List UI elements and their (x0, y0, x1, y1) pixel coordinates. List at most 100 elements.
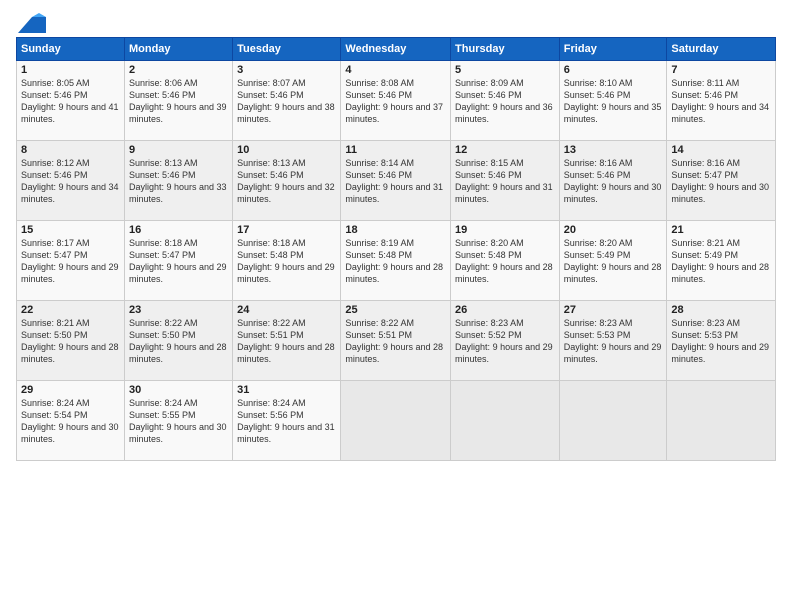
day-cell: 16Sunrise: 8:18 AMSunset: 5:47 PMDayligh… (124, 221, 232, 301)
day-number: 31 (237, 384, 336, 396)
day-number: 5 (455, 64, 555, 76)
day-number: 4 (345, 64, 446, 76)
day-cell: 10Sunrise: 8:13 AMSunset: 5:46 PMDayligh… (233, 141, 341, 221)
day-cell: 19Sunrise: 8:20 AMSunset: 5:48 PMDayligh… (451, 221, 560, 301)
day-info: Sunrise: 8:20 AMSunset: 5:49 PMDaylight:… (564, 237, 663, 286)
day-info: Sunrise: 8:22 AMSunset: 5:51 PMDaylight:… (237, 317, 336, 366)
day-info: Sunrise: 8:18 AMSunset: 5:47 PMDaylight:… (129, 237, 228, 286)
col-header-saturday: Saturday (667, 38, 776, 61)
day-info: Sunrise: 8:09 AMSunset: 5:46 PMDaylight:… (455, 77, 555, 126)
col-header-monday: Monday (124, 38, 232, 61)
col-header-thursday: Thursday (451, 38, 560, 61)
day-cell: 13Sunrise: 8:16 AMSunset: 5:46 PMDayligh… (559, 141, 667, 221)
day-number: 2 (129, 64, 228, 76)
day-number: 16 (129, 224, 228, 236)
day-number: 20 (564, 224, 663, 236)
day-info: Sunrise: 8:13 AMSunset: 5:46 PMDaylight:… (237, 157, 336, 206)
day-cell (451, 381, 560, 461)
day-info: Sunrise: 8:22 AMSunset: 5:50 PMDaylight:… (129, 317, 228, 366)
day-cell: 8Sunrise: 8:12 AMSunset: 5:46 PMDaylight… (17, 141, 125, 221)
day-cell: 30Sunrise: 8:24 AMSunset: 5:55 PMDayligh… (124, 381, 232, 461)
day-number: 11 (345, 144, 446, 156)
day-info: Sunrise: 8:13 AMSunset: 5:46 PMDaylight:… (129, 157, 228, 206)
day-number: 25 (345, 304, 446, 316)
day-number: 27 (564, 304, 663, 316)
day-number: 9 (129, 144, 228, 156)
day-info: Sunrise: 8:10 AMSunset: 5:46 PMDaylight:… (564, 77, 663, 126)
day-cell: 28Sunrise: 8:23 AMSunset: 5:53 PMDayligh… (667, 301, 776, 381)
day-number: 29 (21, 384, 120, 396)
day-number: 1 (21, 64, 120, 76)
day-info: Sunrise: 8:11 AMSunset: 5:46 PMDaylight:… (671, 77, 771, 126)
day-number: 18 (345, 224, 446, 236)
col-header-friday: Friday (559, 38, 667, 61)
col-header-wednesday: Wednesday (341, 38, 451, 61)
day-number: 6 (564, 64, 663, 76)
day-info: Sunrise: 8:12 AMSunset: 5:46 PMDaylight:… (21, 157, 120, 206)
day-number: 10 (237, 144, 336, 156)
day-number: 24 (237, 304, 336, 316)
day-cell: 7Sunrise: 8:11 AMSunset: 5:46 PMDaylight… (667, 61, 776, 141)
day-cell: 6Sunrise: 8:10 AMSunset: 5:46 PMDaylight… (559, 61, 667, 141)
day-cell: 21Sunrise: 8:21 AMSunset: 5:49 PMDayligh… (667, 221, 776, 301)
day-info: Sunrise: 8:20 AMSunset: 5:48 PMDaylight:… (455, 237, 555, 286)
day-cell (667, 381, 776, 461)
day-number: 28 (671, 304, 771, 316)
day-info: Sunrise: 8:22 AMSunset: 5:51 PMDaylight:… (345, 317, 446, 366)
day-info: Sunrise: 8:08 AMSunset: 5:46 PMDaylight:… (345, 77, 446, 126)
day-cell: 14Sunrise: 8:16 AMSunset: 5:47 PMDayligh… (667, 141, 776, 221)
week-row-1: 1Sunrise: 8:05 AMSunset: 5:46 PMDaylight… (17, 61, 776, 141)
day-cell: 15Sunrise: 8:17 AMSunset: 5:47 PMDayligh… (17, 221, 125, 301)
day-info: Sunrise: 8:16 AMSunset: 5:46 PMDaylight:… (564, 157, 663, 206)
day-number: 15 (21, 224, 120, 236)
day-cell: 26Sunrise: 8:23 AMSunset: 5:52 PMDayligh… (451, 301, 560, 381)
day-info: Sunrise: 8:18 AMSunset: 5:48 PMDaylight:… (237, 237, 336, 286)
day-cell: 9Sunrise: 8:13 AMSunset: 5:46 PMDaylight… (124, 141, 232, 221)
day-number: 19 (455, 224, 555, 236)
col-header-tuesday: Tuesday (233, 38, 341, 61)
day-cell: 25Sunrise: 8:22 AMSunset: 5:51 PMDayligh… (341, 301, 451, 381)
day-cell: 5Sunrise: 8:09 AMSunset: 5:46 PMDaylight… (451, 61, 560, 141)
day-info: Sunrise: 8:23 AMSunset: 5:53 PMDaylight:… (671, 317, 771, 366)
header-row: SundayMondayTuesdayWednesdayThursdayFrid… (17, 38, 776, 61)
header (16, 12, 776, 29)
day-cell: 4Sunrise: 8:08 AMSunset: 5:46 PMDaylight… (341, 61, 451, 141)
day-cell: 17Sunrise: 8:18 AMSunset: 5:48 PMDayligh… (233, 221, 341, 301)
day-info: Sunrise: 8:06 AMSunset: 5:46 PMDaylight:… (129, 77, 228, 126)
day-info: Sunrise: 8:07 AMSunset: 5:46 PMDaylight:… (237, 77, 336, 126)
day-number: 26 (455, 304, 555, 316)
day-cell: 29Sunrise: 8:24 AMSunset: 5:54 PMDayligh… (17, 381, 125, 461)
day-cell: 24Sunrise: 8:22 AMSunset: 5:51 PMDayligh… (233, 301, 341, 381)
day-info: Sunrise: 8:21 AMSunset: 5:50 PMDaylight:… (21, 317, 120, 366)
week-row-5: 29Sunrise: 8:24 AMSunset: 5:54 PMDayligh… (17, 381, 776, 461)
day-info: Sunrise: 8:24 AMSunset: 5:56 PMDaylight:… (237, 397, 336, 446)
day-number: 23 (129, 304, 228, 316)
day-info: Sunrise: 8:16 AMSunset: 5:47 PMDaylight:… (671, 157, 771, 206)
week-row-4: 22Sunrise: 8:21 AMSunset: 5:50 PMDayligh… (17, 301, 776, 381)
day-cell: 31Sunrise: 8:24 AMSunset: 5:56 PMDayligh… (233, 381, 341, 461)
day-info: Sunrise: 8:24 AMSunset: 5:55 PMDaylight:… (129, 397, 228, 446)
day-cell: 2Sunrise: 8:06 AMSunset: 5:46 PMDaylight… (124, 61, 232, 141)
day-number: 30 (129, 384, 228, 396)
day-info: Sunrise: 8:14 AMSunset: 5:46 PMDaylight:… (345, 157, 446, 206)
day-cell: 27Sunrise: 8:23 AMSunset: 5:53 PMDayligh… (559, 301, 667, 381)
col-header-sunday: Sunday (17, 38, 125, 61)
day-cell: 20Sunrise: 8:20 AMSunset: 5:49 PMDayligh… (559, 221, 667, 301)
day-info: Sunrise: 8:17 AMSunset: 5:47 PMDaylight:… (21, 237, 120, 286)
day-cell (559, 381, 667, 461)
day-info: Sunrise: 8:21 AMSunset: 5:49 PMDaylight:… (671, 237, 771, 286)
week-row-2: 8Sunrise: 8:12 AMSunset: 5:46 PMDaylight… (17, 141, 776, 221)
week-row-3: 15Sunrise: 8:17 AMSunset: 5:47 PMDayligh… (17, 221, 776, 301)
calendar-table: SundayMondayTuesdayWednesdayThursdayFrid… (16, 37, 776, 461)
day-number: 3 (237, 64, 336, 76)
day-info: Sunrise: 8:15 AMSunset: 5:46 PMDaylight:… (455, 157, 555, 206)
day-info: Sunrise: 8:23 AMSunset: 5:53 PMDaylight:… (564, 317, 663, 366)
day-info: Sunrise: 8:23 AMSunset: 5:52 PMDaylight:… (455, 317, 555, 366)
day-number: 21 (671, 224, 771, 236)
day-cell: 23Sunrise: 8:22 AMSunset: 5:50 PMDayligh… (124, 301, 232, 381)
day-number: 14 (671, 144, 771, 156)
day-number: 8 (21, 144, 120, 156)
logo (16, 12, 46, 29)
day-cell: 11Sunrise: 8:14 AMSunset: 5:46 PMDayligh… (341, 141, 451, 221)
day-cell (341, 381, 451, 461)
